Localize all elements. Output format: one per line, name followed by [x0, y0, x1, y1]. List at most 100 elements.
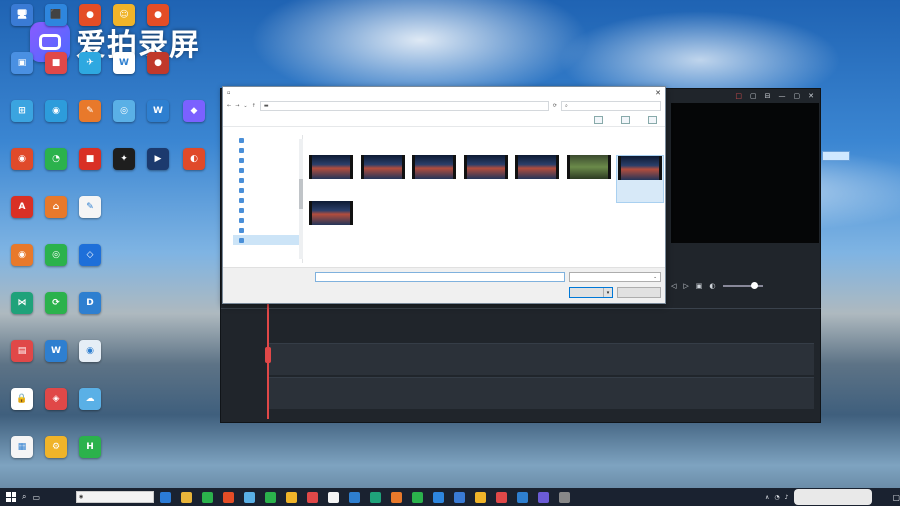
address-path[interactable]: ▬	[259, 101, 549, 111]
nav-item[interactable]	[233, 235, 302, 245]
minimize-icon[interactable]: —	[779, 92, 786, 100]
desktop-shortcut[interactable]: ✎	[72, 100, 108, 144]
maximize-icon[interactable]: ▢	[794, 92, 801, 100]
open-split-arrow-icon[interactable]: ▾	[603, 288, 612, 297]
back-arrow-icon[interactable]: ←	[227, 103, 231, 109]
desktop-shortcut[interactable]: ▶	[140, 148, 176, 192]
taskbar-app-icon[interactable]	[244, 491, 256, 503]
volume-icon[interactable]: ◐	[709, 282, 715, 290]
taskbar-app-icon[interactable]	[349, 491, 361, 503]
desktop-shortcut[interactable]: ◉	[38, 100, 74, 144]
nav-item[interactable]	[233, 205, 302, 215]
playhead-handle[interactable]	[265, 347, 271, 363]
open-button[interactable]: ▾	[569, 287, 613, 298]
desktop-shortcut[interactable]: ◎	[106, 100, 142, 144]
forward-arrow-icon[interactable]: →	[235, 103, 239, 109]
next-frame-icon[interactable]: ▷	[683, 282, 688, 290]
desktop-shortcut[interactable]: W	[106, 52, 142, 96]
settings-icon[interactable]: ⊟	[765, 92, 771, 100]
taskbar-app-icon[interactable]	[160, 491, 172, 503]
desktop-shortcut[interactable]: ●	[72, 4, 108, 48]
desktop-shortcut[interactable]: ◉	[4, 244, 40, 288]
desktop-shortcut[interactable]: ◉	[72, 340, 108, 384]
desktop-shortcut[interactable]: ▦	[4, 436, 40, 480]
taskbar-app-icon[interactable]	[538, 491, 550, 503]
network-icon[interactable]: ◔	[774, 494, 779, 501]
taskbar-clock[interactable]	[794, 489, 873, 505]
taskbar-app-icon[interactable]	[328, 491, 340, 503]
file-item[interactable]	[565, 155, 613, 203]
desktop-shortcut[interactable]: ⬛	[38, 4, 74, 48]
desktop-shortcut[interactable]: W	[38, 340, 74, 384]
volume-slider[interactable]	[722, 282, 763, 289]
desktop-shortcut[interactable]: H	[72, 436, 108, 480]
taskbar-app-icon[interactable]	[454, 491, 466, 503]
file-item[interactable]	[616, 155, 664, 203]
help-icon[interactable]	[648, 115, 657, 124]
record-icon[interactable]: □	[735, 92, 742, 100]
desktop-shortcut[interactable]: ☁	[72, 388, 108, 432]
cancel-button[interactable]	[617, 287, 661, 298]
refresh-icon[interactable]: ⟳	[553, 103, 557, 109]
volume-icon[interactable]: ♪	[785, 494, 789, 501]
taskbar-app-icon[interactable]	[391, 491, 403, 503]
close-icon[interactable]: ✕	[808, 92, 814, 100]
notification-icon[interactable]: ▢	[892, 493, 900, 502]
preview-pane-icon[interactable]	[621, 115, 630, 124]
up-arrow-icon[interactable]: ↑	[252, 103, 256, 109]
search-input[interactable]: ⌕	[561, 101, 661, 111]
desktop-shortcut[interactable]: ⚙	[38, 436, 74, 480]
search-icon[interactable]: ⌕	[22, 492, 26, 502]
timeline-track[interactable]	[269, 377, 814, 409]
nav-item[interactable]	[233, 155, 302, 165]
file-item[interactable]	[307, 155, 355, 203]
taskbar-search-input[interactable]: ◉	[76, 491, 155, 503]
desktop-shortcut[interactable]: ◇	[72, 244, 108, 288]
snapshot-icon[interactable]: ▣	[696, 282, 703, 290]
taskbar-app-icon[interactable]	[517, 491, 529, 503]
change-view-icon[interactable]	[594, 115, 603, 124]
timeline-track[interactable]	[269, 343, 814, 375]
desktop-shortcut[interactable]: ◐	[176, 148, 212, 192]
file-item[interactable]	[410, 155, 458, 203]
desktop-shortcut[interactable]: ◎	[38, 244, 74, 288]
desktop-shortcut[interactable]: ◔	[38, 148, 74, 192]
desktop-shortcut[interactable]: ✦	[106, 148, 142, 192]
filename-field[interactable]	[315, 272, 565, 282]
file-item[interactable]	[359, 155, 407, 203]
desktop-shortcut[interactable]: ▤	[4, 340, 40, 384]
taskbar-app-icon[interactable]	[265, 491, 277, 503]
filetype-select[interactable]: ⌄	[569, 272, 661, 282]
nav-item[interactable]	[233, 225, 302, 235]
nav-item[interactable]	[233, 175, 302, 185]
desktop-shortcut[interactable]: ●	[140, 52, 176, 96]
desktop-shortcut[interactable]: W	[140, 100, 176, 144]
desktop-shortcut[interactable]: ◈	[38, 388, 74, 432]
desktop-shortcut[interactable]: A	[4, 196, 40, 240]
taskbar-app-icon[interactable]	[370, 491, 382, 503]
desktop-shortcut[interactable]: ⌂	[38, 196, 74, 240]
taskbar-app-icon[interactable]	[433, 491, 445, 503]
file-item[interactable]	[513, 155, 561, 203]
taskbar-app-icon[interactable]	[412, 491, 424, 503]
prev-frame-icon[interactable]: ◁	[671, 282, 676, 290]
nav-item[interactable]	[233, 135, 302, 145]
nav-scrollbar[interactable]	[299, 139, 303, 259]
dialog-close-icon[interactable]: ✕	[651, 89, 665, 97]
nav-scroll-thumb[interactable]	[299, 179, 303, 209]
desktop-shortcut[interactable]: ■	[72, 148, 108, 192]
floating-widget[interactable]	[822, 151, 850, 161]
nav-item[interactable]	[233, 195, 302, 205]
desktop-shortcut[interactable]: ◆	[176, 100, 212, 144]
taskbar-app-icon[interactable]	[223, 491, 235, 503]
nav-item[interactable]	[233, 215, 302, 225]
desktop-shortcut[interactable]: ⋈	[4, 292, 40, 336]
taskbar-app-icon[interactable]	[286, 491, 298, 503]
desktop-shortcut[interactable]: 🔒	[4, 388, 40, 432]
nav-item[interactable]	[233, 165, 302, 175]
taskbar-app-icon[interactable]	[307, 491, 319, 503]
desktop-shortcut[interactable]: ✎	[72, 196, 108, 240]
desktop-shortcut[interactable]: ☺	[106, 4, 142, 48]
task-view-icon[interactable]: ▭	[32, 493, 40, 502]
tray-chevron-icon[interactable]: ∧	[765, 494, 769, 501]
